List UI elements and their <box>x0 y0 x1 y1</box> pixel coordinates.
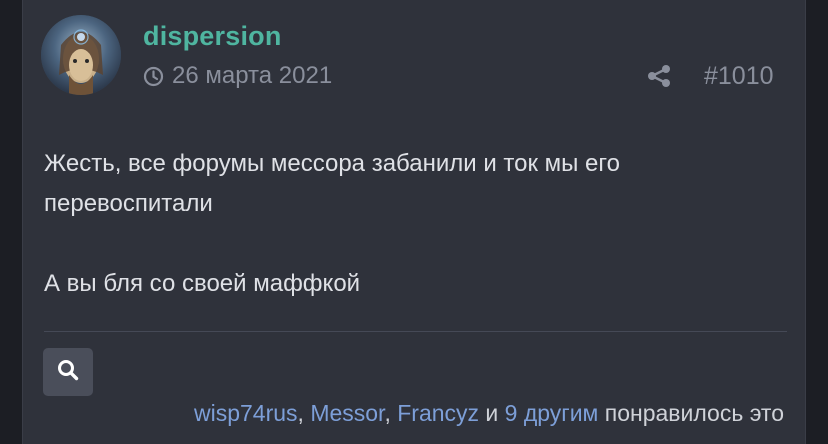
post-date[interactable]: 26 марта 2021 <box>143 62 332 90</box>
reactions-and: и <box>485 400 499 426</box>
separator: , <box>384 400 391 426</box>
reactions-suffix: понравилось это <box>604 400 784 426</box>
search-icon <box>57 359 79 386</box>
page: dispersion 26 марта 2021 #1010 Жесть, вс… <box>0 0 828 444</box>
username[interactable]: dispersion <box>143 21 282 52</box>
reactions-summary: wisp74rus, Messor, Francyz и 9 другим по… <box>194 400 784 427</box>
separator: , <box>297 400 304 426</box>
reaction-user-link[interactable]: wisp74rus <box>194 400 298 426</box>
forum-post: dispersion 26 марта 2021 #1010 Жесть, вс… <box>22 0 806 444</box>
clock-icon <box>143 66 164 87</box>
divider <box>44 331 787 332</box>
reaction-user-link[interactable]: Messor <box>310 400 384 426</box>
avatar[interactable] <box>41 15 121 95</box>
reaction-user-link[interactable]: Francyz <box>397 400 479 426</box>
post-number[interactable]: #1010 <box>704 62 774 91</box>
reaction-others-link[interactable]: 9 другим <box>505 400 599 426</box>
post-paragraph: Жесть, все форумы мессора забанили и ток… <box>44 150 620 217</box>
date-text: 26 марта 2021 <box>172 62 333 89</box>
search-button[interactable] <box>43 348 93 396</box>
avatar-image <box>41 15 121 95</box>
post-body: Жесть, все форумы мессора забанили и ток… <box>44 144 784 304</box>
post-paragraph: А вы бля со своей маффкой <box>44 270 361 297</box>
share-icon[interactable] <box>646 64 672 88</box>
